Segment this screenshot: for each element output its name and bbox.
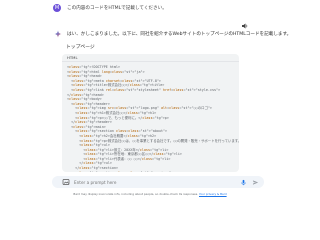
code-line: <class="tg">section class=class="st">"se… bbox=[67, 171, 239, 172]
footer-disclaimer: Bard may display inaccurate info, includ… bbox=[0, 192, 300, 196]
speaker-icon[interactable] bbox=[241, 22, 249, 30]
send-icon[interactable] bbox=[252, 179, 259, 186]
prompt-bar bbox=[52, 176, 264, 188]
user-message-text: この内容のコードをHTMLで記載してください。 bbox=[67, 6, 167, 11]
privacy-link[interactable]: Your privacy & Bard bbox=[199, 192, 227, 196]
microphone-icon[interactable] bbox=[240, 179, 247, 186]
section-title: トップページ bbox=[66, 45, 95, 50]
disclaimer-text: Bard may display inaccurate info, includ… bbox=[73, 192, 199, 196]
prompt-input[interactable] bbox=[74, 179, 224, 185]
add-image-icon[interactable] bbox=[62, 178, 70, 186]
code-block: HTML <class="tg">!DOCTYPE html> <class="t… bbox=[62, 54, 239, 172]
assistant-intro-text: はい、かしこまりました。以下に、同社を紹介するWebサイトのトップページのHTM… bbox=[67, 32, 292, 37]
code-language-label: HTML bbox=[62, 54, 239, 62]
bard-sparkle-icon bbox=[54, 30, 62, 38]
code-content[interactable]: <class="tg">!DOCTYPE html> <class="tg">ht… bbox=[62, 62, 239, 172]
user-avatar[interactable]: M bbox=[53, 4, 61, 12]
assistant-message-row: はい、かしこまりました。以下に、同社を紹介するWebサイトのトップページのHTM… bbox=[54, 30, 291, 38]
user-message-row: M この内容のコードをHTMLで記載してください。 bbox=[53, 4, 167, 12]
code-line: <class="tg">link rel=class="st">"stylesh… bbox=[67, 87, 221, 92]
